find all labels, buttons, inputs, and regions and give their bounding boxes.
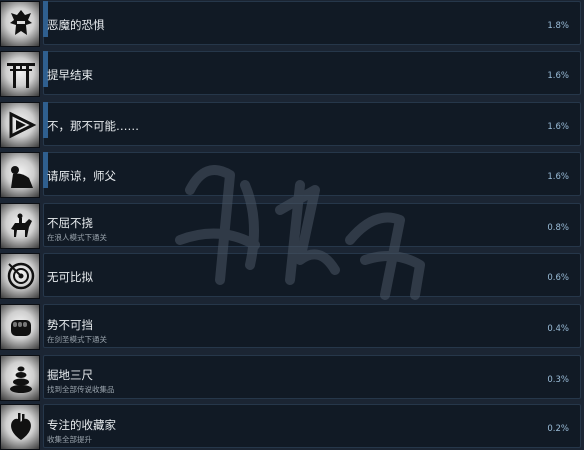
- achievement-row[interactable]: 势不可挡 在剑圣模式下通关 0.4%: [0, 304, 584, 350]
- achievement-row[interactable]: 不，那不可能…… 1.6%: [0, 102, 584, 148]
- achievement-row[interactable]: 请原谅，师父 1.6%: [0, 152, 584, 198]
- achievement-percent: 0.6%: [547, 273, 569, 283]
- target-arrow-icon: [0, 253, 40, 299]
- achievement-panel: [43, 51, 581, 95]
- achievement-title: 恶魔的恐惧: [47, 18, 105, 32]
- achievement-description: 找到全部传说收集品: [47, 385, 115, 394]
- achievement-title: 势不可挡: [47, 318, 93, 332]
- horse-rider-icon: [0, 203, 40, 249]
- achievement-list: 恶魔的恐惧 1.8% 提早结束 1.6% 不，那不可能…… 1.6% 请原谅，师…: [0, 0, 584, 450]
- achievement-panel: [43, 253, 581, 297]
- achievement-row[interactable]: 无可比拟 0.6%: [0, 253, 584, 299]
- achievement-percent: 0.2%: [547, 424, 569, 434]
- achievement-panel: [43, 404, 581, 448]
- bowing-figure-icon: [0, 152, 40, 198]
- achievement-percent: 1.8%: [547, 21, 569, 31]
- achievement-title: 不屈不挠: [47, 216, 93, 230]
- achievement-percent: 1.6%: [547, 122, 569, 132]
- achievement-percent: 0.3%: [547, 375, 569, 385]
- achievement-row[interactable]: 恶魔的恐惧 1.8%: [0, 1, 584, 47]
- achievement-title: 掘地三尺: [47, 368, 93, 382]
- achievement-panel: [43, 355, 581, 399]
- achievement-title: 提早结束: [47, 68, 93, 82]
- achievement-description: 在浪人模式下通关: [47, 233, 107, 242]
- play-triangle-icon: [0, 102, 40, 148]
- achievement-panel: [43, 152, 581, 196]
- achievement-row[interactable]: 掘地三尺 找到全部传说收集品 0.3%: [0, 355, 584, 401]
- achievement-description: 在剑圣模式下通关: [47, 335, 107, 344]
- stone-stack-icon: [0, 355, 40, 401]
- torii-gate-icon: [0, 51, 40, 97]
- achievement-percent: 1.6%: [547, 172, 569, 182]
- fist-icon: [0, 304, 40, 350]
- achievement-panel: [43, 304, 581, 348]
- achievement-panel: [43, 1, 581, 45]
- achievement-percent: 0.4%: [547, 324, 569, 334]
- achievement-title: 无可比拟: [47, 270, 93, 284]
- achievement-title: 请原谅，师父: [47, 169, 116, 183]
- achievement-description: 收集全部提升: [47, 435, 92, 444]
- heart-organ-icon: [0, 404, 40, 450]
- samurai-helmet-icon: [0, 1, 40, 47]
- achievement-row[interactable]: 提早结束 1.6%: [0, 51, 584, 97]
- achievement-row[interactable]: 不屈不挠 在浪人模式下通关 0.8%: [0, 203, 584, 249]
- achievement-percent: 0.8%: [547, 223, 569, 233]
- achievement-panel: [43, 203, 581, 247]
- achievement-row[interactable]: 专注的收藏家 收集全部提升 0.2%: [0, 404, 584, 450]
- achievement-percent: 1.6%: [547, 71, 569, 81]
- achievement-title: 不，那不可能……: [47, 119, 139, 133]
- achievement-title: 专注的收藏家: [47, 418, 116, 432]
